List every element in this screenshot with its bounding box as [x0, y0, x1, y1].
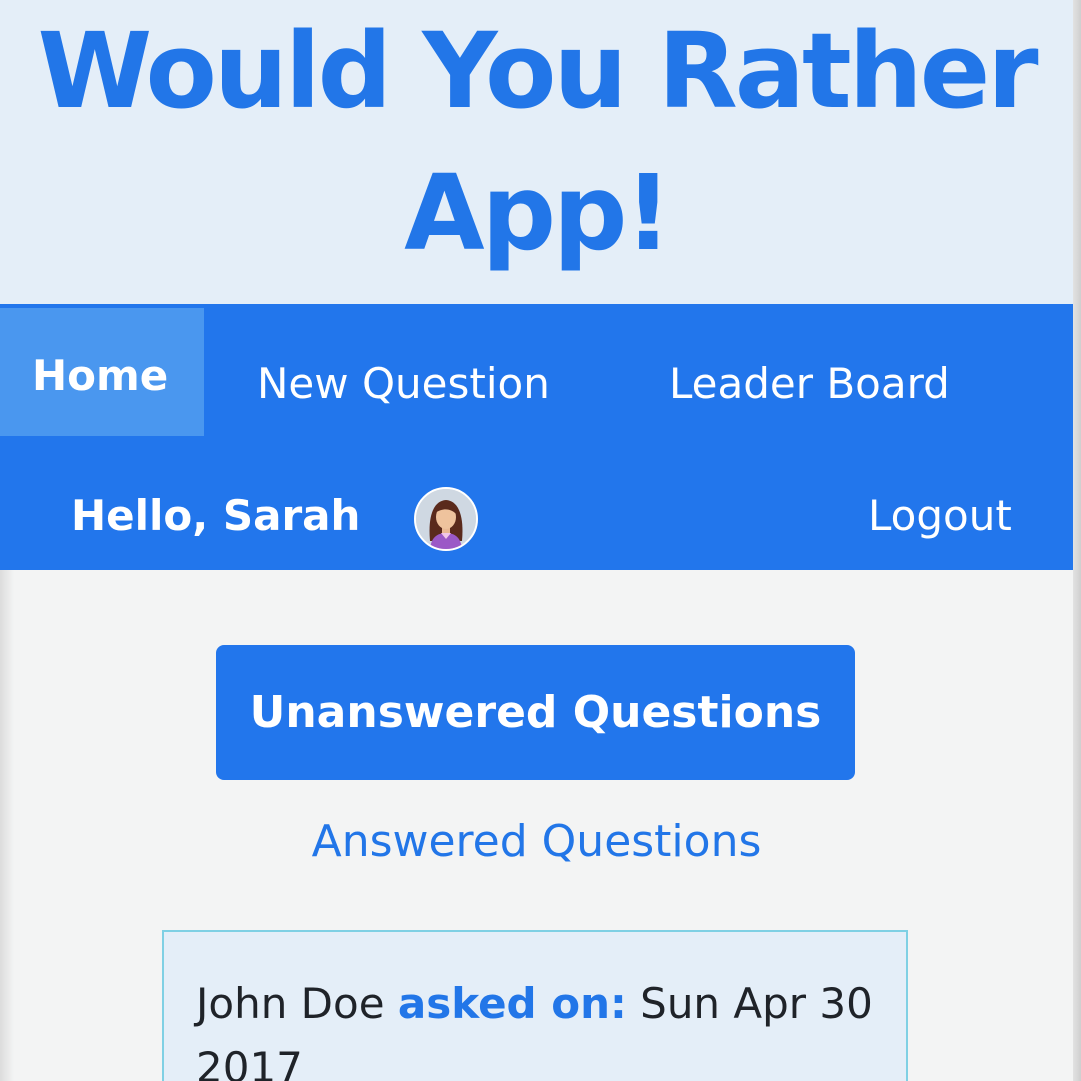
question-card-header: John Doe asked on: Sun Apr 30 2017	[196, 972, 886, 1081]
app-title: Would You Rather App!	[37, 10, 1038, 274]
nav-item-new-question[interactable]: New Question	[257, 356, 550, 412]
question-card[interactable]: John Doe asked on: Sun Apr 30 2017	[162, 930, 908, 1081]
logout-link[interactable]: Logout	[868, 488, 1012, 544]
nav-item-leader-board[interactable]: Leader Board	[669, 356, 950, 412]
page: Would You Rather App! Home New Question …	[0, 0, 1081, 1081]
question-author: John Doe	[196, 979, 385, 1028]
user-greeting: Hello, Sarah	[71, 491, 361, 540]
answered-questions-link[interactable]: Answered Questions	[0, 812, 1073, 872]
female-user-avatar-icon	[414, 487, 478, 551]
nav-item-home[interactable]: Home	[32, 348, 168, 404]
scrollbar-track[interactable]	[1073, 0, 1081, 1081]
main-nav: Home New Question Leader Board Hello, Sa…	[0, 304, 1073, 570]
app-header: Would You Rather App!	[0, 0, 1073, 304]
asked-on-label: asked on:	[397, 979, 627, 1028]
unanswered-questions-button[interactable]: Unanswered Questions	[216, 645, 855, 780]
